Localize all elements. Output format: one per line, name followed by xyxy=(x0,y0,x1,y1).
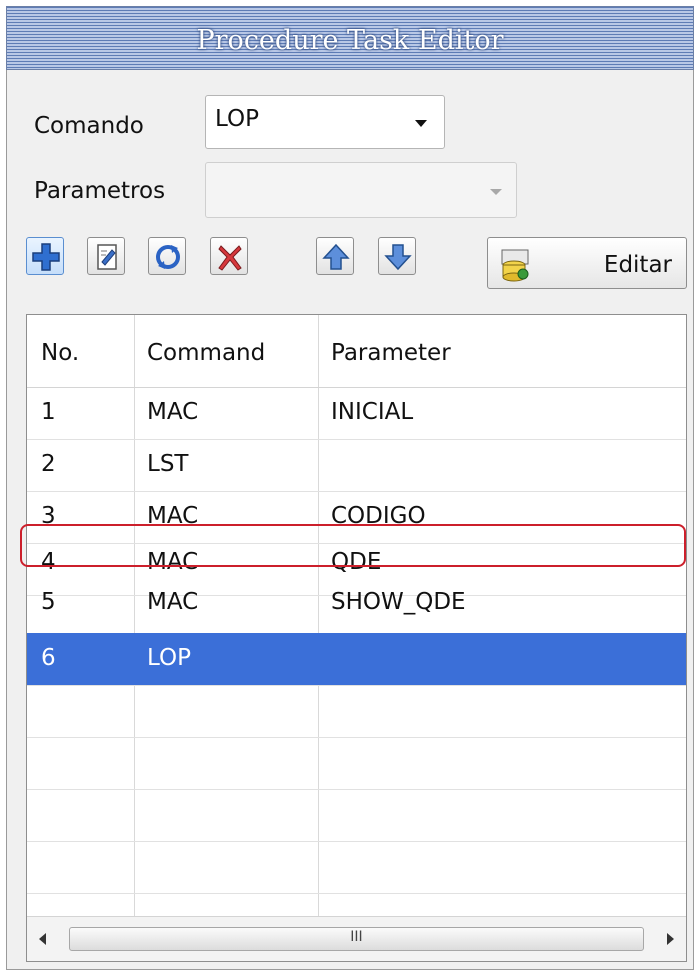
cell-no: 2 xyxy=(41,451,56,477)
cell-parameter: INICIAL xyxy=(331,399,414,425)
arrow-down-icon xyxy=(384,244,412,271)
chevron-down-icon xyxy=(415,120,427,127)
title-bar: Procedure Task Editor xyxy=(6,6,694,70)
edit-item-button[interactable] xyxy=(87,237,125,275)
table-row[interactable]: 5 MAC SHOW_QDE xyxy=(27,583,686,634)
params-select[interactable] xyxy=(205,162,517,218)
scroll-right-icon[interactable] xyxy=(667,933,674,945)
scrollbar-thumb[interactable]: III xyxy=(69,927,644,951)
arrow-up-icon xyxy=(322,243,350,270)
empty-row xyxy=(27,737,686,790)
procedure-table[interactable]: No. Command Parameter 1 MAC INICIAL 2 LS… xyxy=(26,314,687,962)
edit-button-label: Editar xyxy=(603,252,672,278)
table-row-selected[interactable]: 6 LOP xyxy=(27,633,686,686)
params-label: Parametros xyxy=(34,178,166,204)
command-label: Comando xyxy=(34,113,144,139)
command-select[interactable]: LOP xyxy=(205,95,445,149)
cell-no: 5 xyxy=(41,589,56,615)
scroll-left-icon[interactable] xyxy=(39,933,46,945)
cell-command: LOP xyxy=(147,645,191,671)
edit-doc-icon xyxy=(97,244,117,270)
column-header-command[interactable]: Command xyxy=(147,340,265,366)
edit-button[interactable]: Editar xyxy=(487,237,687,289)
database-icon xyxy=(501,249,529,282)
highlight-annotation xyxy=(20,524,686,567)
add-icon xyxy=(32,243,60,271)
window-title: Procedure Task Editor xyxy=(196,25,504,56)
delete-button[interactable] xyxy=(210,237,248,275)
move-up-button[interactable] xyxy=(316,237,354,275)
cell-command: LST xyxy=(147,451,189,477)
grip-icon: III xyxy=(350,929,363,945)
horizontal-scrollbar[interactable]: III xyxy=(27,916,686,961)
cell-parameter: SHOW_QDE xyxy=(331,589,466,615)
table-row[interactable]: 1 MAC INICIAL xyxy=(27,387,686,440)
command-select-value: LOP xyxy=(215,106,259,132)
delete-icon xyxy=(218,245,242,271)
cell-command: MAC xyxy=(147,399,199,425)
cell-command: MAC xyxy=(147,589,199,615)
column-header-parameter[interactable]: Parameter xyxy=(331,340,451,366)
refresh-button[interactable] xyxy=(148,237,186,275)
add-button[interactable] xyxy=(26,237,64,275)
column-header-no[interactable]: No. xyxy=(41,340,79,366)
empty-row xyxy=(27,789,686,842)
table-header: No. Command Parameter xyxy=(27,315,686,388)
cell-no: 1 xyxy=(41,399,56,425)
cell-no: 6 xyxy=(41,645,56,671)
table-row[interactable]: 2 LST xyxy=(27,439,686,492)
move-down-button[interactable] xyxy=(378,237,416,275)
refresh-icon xyxy=(156,245,180,269)
empty-row xyxy=(27,841,686,894)
empty-row xyxy=(27,685,686,738)
chevron-down-icon xyxy=(490,189,502,195)
